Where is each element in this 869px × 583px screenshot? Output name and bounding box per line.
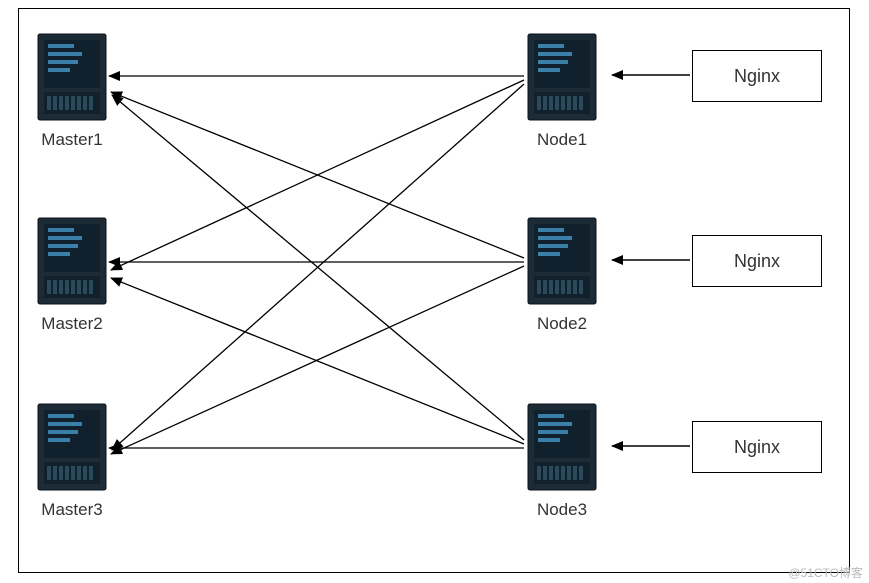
server-master1 (36, 30, 108, 126)
server-node1 (526, 30, 598, 126)
label-node2: Node2 (526, 314, 598, 334)
label-master3: Master3 (36, 500, 108, 520)
server-node3 (526, 400, 598, 496)
server-icon (36, 214, 108, 310)
server-icon (526, 214, 598, 310)
nginx-label: Nginx (734, 66, 780, 87)
nginx-box-2: Nginx (692, 235, 822, 287)
server-icon (526, 30, 598, 126)
label-master1: Master1 (36, 130, 108, 150)
nginx-box-1: Nginx (692, 50, 822, 102)
nginx-label: Nginx (734, 437, 780, 458)
nginx-box-3: Nginx (692, 421, 822, 473)
label-node3: Node3 (526, 500, 598, 520)
nginx-label: Nginx (734, 251, 780, 272)
watermark: @51CTO博客 (788, 564, 863, 581)
label-node1: Node1 (526, 130, 598, 150)
server-master2 (36, 214, 108, 310)
server-icon (36, 30, 108, 126)
server-icon (36, 400, 108, 496)
server-node2 (526, 214, 598, 310)
server-master3 (36, 400, 108, 496)
label-master2: Master2 (36, 314, 108, 334)
server-icon (526, 400, 598, 496)
